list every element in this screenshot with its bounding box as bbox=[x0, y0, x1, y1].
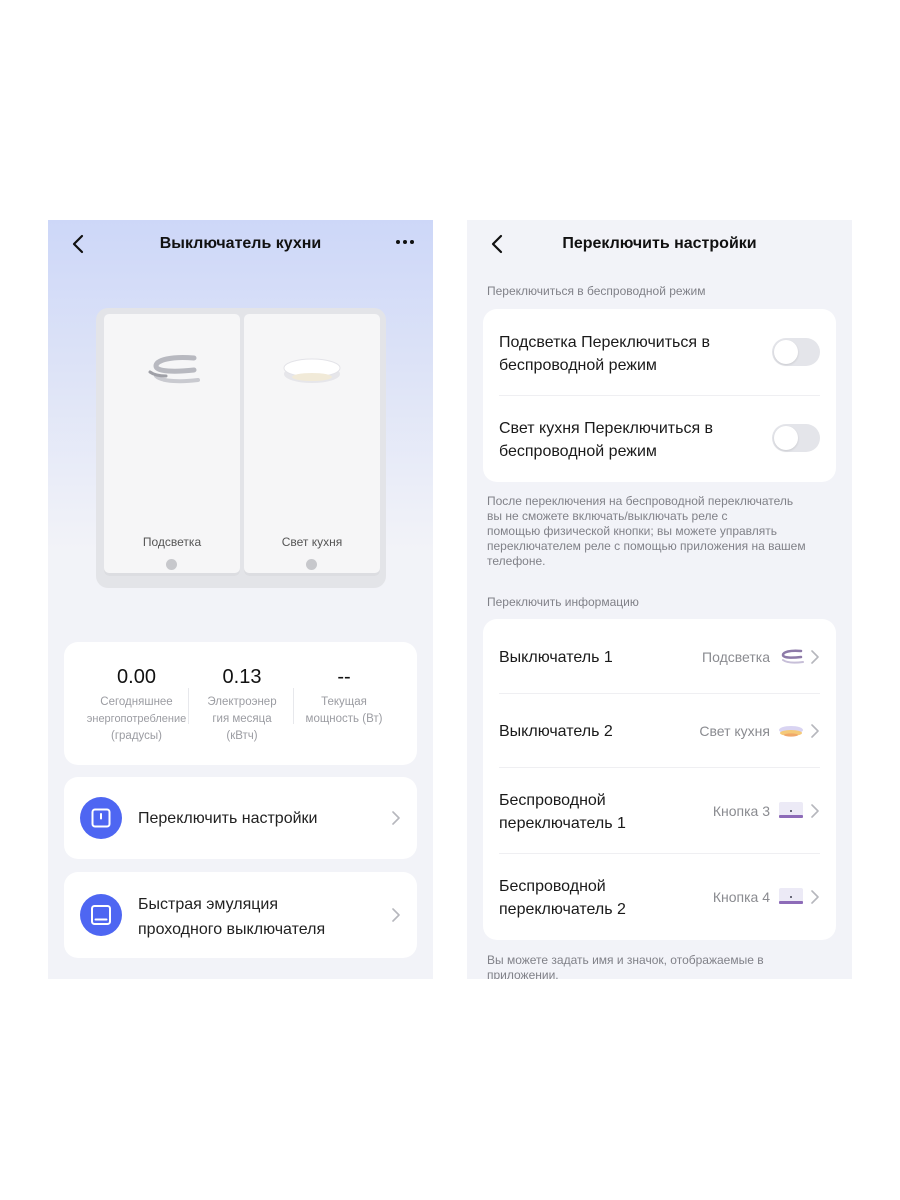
switch-info-card: Выключатель 1 Подсветка Выключатель 2 Св… bbox=[483, 619, 836, 940]
info-row-value: Подсветка bbox=[702, 649, 770, 665]
stat-label: Электроэнер гия месяца (кВтч) bbox=[207, 696, 277, 742]
wireless-toggle-backlight[interactable] bbox=[772, 338, 820, 366]
section-title-info: Переключить информацию bbox=[487, 595, 639, 609]
settings-header: Переключить настройки bbox=[467, 220, 852, 268]
divider bbox=[499, 693, 820, 694]
device-screen: Выключатель кухни Подсветка Свет кухня 0… bbox=[48, 220, 433, 979]
emulation-icon bbox=[80, 894, 122, 936]
section-title-wireless: Переключиться в беспроводной режим bbox=[487, 284, 706, 298]
chevron-right-icon bbox=[811, 804, 819, 818]
toggle-label-backlight: Подсветка Переключиться в беспроводной р… bbox=[499, 334, 710, 374]
wireless-toggle-kitchen-light[interactable] bbox=[772, 424, 820, 452]
info-row-value: Кнопка 4 bbox=[712, 889, 770, 905]
divider bbox=[499, 853, 820, 854]
toggle-label-kitchen-light: Свет кухня Переключиться в беспроводной … bbox=[499, 420, 714, 460]
info-row-label: Выключатель 1 bbox=[499, 649, 613, 666]
stat-value: -- bbox=[337, 666, 351, 688]
quick-emulation-label: Быстрая эмуляция проходного выключателя bbox=[138, 896, 326, 938]
divider bbox=[499, 767, 820, 768]
divider bbox=[499, 395, 820, 396]
ceiling-lamp-icon bbox=[283, 358, 341, 383]
wireless-mode-card: Подсветка Переключиться в беспроводной р… bbox=[483, 309, 836, 482]
info-row-label: Беспроводной переключатель 1 bbox=[499, 792, 626, 832]
indicator-dot bbox=[166, 559, 177, 570]
stat-value: 0.00 bbox=[117, 666, 156, 688]
wireless-note: После переключения на беспроводной перек… bbox=[487, 494, 806, 568]
footer-note: Вы можете задать имя и значок, отображае… bbox=[487, 953, 764, 979]
page-title: Переключить настройки bbox=[562, 235, 757, 252]
chevron-right-icon bbox=[392, 811, 400, 825]
key-label: Подсветка bbox=[142, 535, 202, 549]
chevron-right-icon bbox=[811, 890, 819, 904]
ceiling-lamp-icon bbox=[779, 726, 803, 737]
wireless-button-icon bbox=[779, 802, 803, 818]
info-row-value: Свет кухня bbox=[699, 723, 770, 739]
page-title: Выключатель кухни bbox=[159, 235, 322, 252]
switch-settings-screen: Переключить настройки Переключиться в бе… bbox=[467, 220, 852, 979]
switch-keys: Подсветка Свет кухня bbox=[104, 314, 380, 576]
stat-today: 0.00 Сегодняшнее энергопотребление (град… bbox=[70, 666, 203, 745]
key-label: Свет кухня bbox=[281, 535, 343, 549]
stat-value: 0.13 bbox=[222, 666, 262, 688]
toggle-knob bbox=[774, 340, 798, 364]
energy-stats-card: 0.00 Сегодняшнее энергопотребление (град… bbox=[64, 642, 417, 765]
stat-power: -- Текущая мощность (Вт) bbox=[294, 666, 394, 728]
chevron-right-icon bbox=[811, 650, 819, 664]
chevron-right-icon bbox=[392, 908, 400, 922]
chevron-right-icon bbox=[811, 724, 819, 738]
info-row-label: Выключатель 2 bbox=[499, 723, 613, 740]
info-row-value: Кнопка 3 bbox=[712, 803, 770, 819]
key-kitchen-light[interactable]: Свет кухня bbox=[244, 314, 380, 576]
strip-light-icon bbox=[781, 649, 804, 664]
key-backlight[interactable]: Подсветка bbox=[104, 314, 240, 576]
switch-settings-icon bbox=[80, 797, 122, 839]
stat-label: Сегодняшнее энергопотребление (градусы) bbox=[86, 696, 187, 742]
stat-divider bbox=[188, 688, 189, 724]
more-options-icon[interactable] bbox=[393, 232, 417, 252]
info-row-label: Беспроводной переключатель 2 bbox=[499, 878, 626, 918]
indicator-dot bbox=[306, 559, 317, 570]
switch-settings-label: Переключить настройки bbox=[138, 810, 318, 827]
quick-emulation-button[interactable]: Быстрая эмуляция проходного выключателя bbox=[64, 872, 417, 958]
wireless-button-icon bbox=[779, 888, 803, 904]
stat-month: 0.13 Электроэнер гия месяца (кВтч) bbox=[192, 666, 292, 745]
stat-label: Текущая мощность (Вт) bbox=[305, 696, 383, 725]
strip-light-icon bbox=[148, 355, 200, 384]
switch-settings-button[interactable]: Переключить настройки bbox=[64, 777, 417, 859]
device-header: Выключатель кухни bbox=[48, 220, 433, 268]
toggle-knob bbox=[774, 426, 798, 450]
